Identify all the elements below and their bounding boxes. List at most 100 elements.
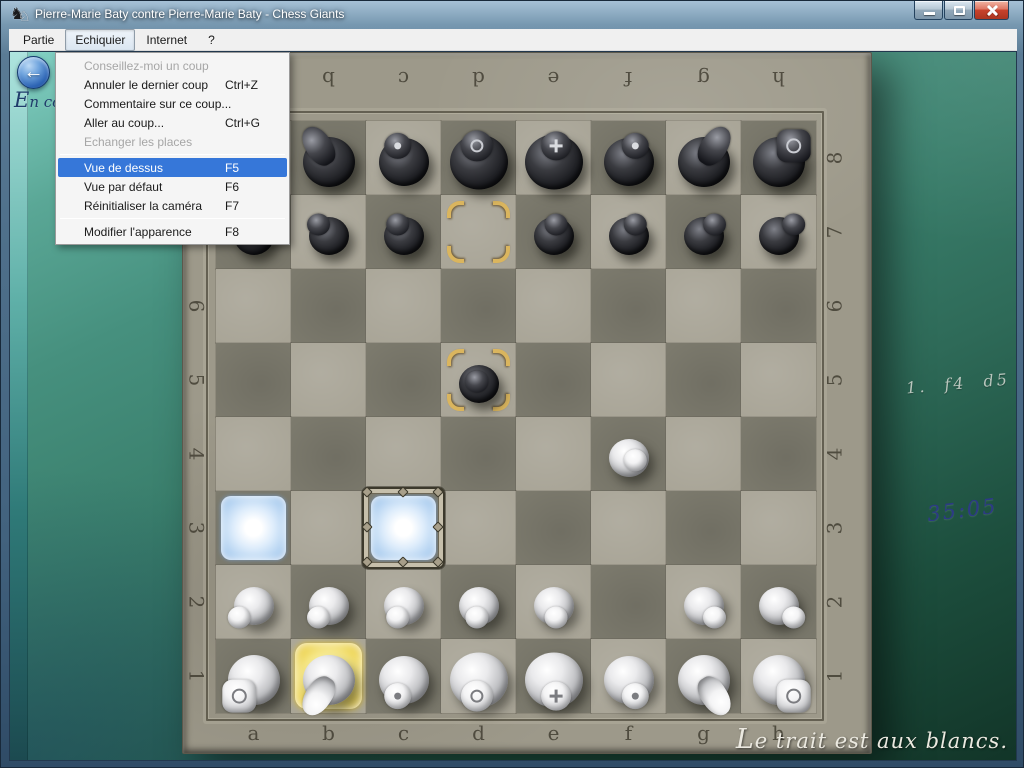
piece-black-pawn-b7[interactable] <box>291 195 366 269</box>
piece-black-pawn-c7[interactable] <box>366 195 441 269</box>
pawn-head <box>307 606 330 628</box>
menu-item-label: Vue de dessus <box>84 161 225 175</box>
piece-black-pawn-h7[interactable] <box>741 195 816 269</box>
file-label-bottom-e: e <box>516 721 591 745</box>
piece-white-knight-b1[interactable] <box>291 639 366 713</box>
maximize-icon <box>954 6 965 15</box>
piece-black-queen-d8[interactable] <box>441 121 516 195</box>
pawn-head <box>465 370 488 392</box>
piece-white-rook-h1[interactable] <box>741 639 816 713</box>
piece-black-knight-b8[interactable] <box>291 121 366 195</box>
menubar-partie[interactable]: Partie <box>13 29 64 51</box>
pawn-head <box>307 213 330 235</box>
menu-item-top-view[interactable]: Vue de dessusF5 <box>58 158 287 177</box>
back-button[interactable]: ← <box>17 56 50 89</box>
piece-white-pawn-b2[interactable] <box>291 565 366 639</box>
bishop-mark <box>394 692 401 699</box>
menu-item-goto-move[interactable]: Aller au coup...Ctrl+G <box>58 113 287 132</box>
menubar-help[interactable]: ? <box>198 29 225 51</box>
piece-black-bishop-f8[interactable] <box>591 121 666 195</box>
file-label-bottom-d: d <box>441 721 516 745</box>
bishop-mark <box>394 142 401 149</box>
rook-mark <box>786 688 801 703</box>
piece-white-pawn-e2[interactable] <box>516 565 591 639</box>
piece-white-queen-d1[interactable] <box>441 639 516 713</box>
piece-white-pawn-f4[interactable] <box>591 417 666 491</box>
piece-white-pawn-a2[interactable] <box>216 565 291 639</box>
menu-item-shortcut: Ctrl+Z <box>225 78 283 92</box>
menu-item-shortcut: F5 <box>225 161 283 175</box>
menu-separator <box>60 154 285 155</box>
back-arrow-icon: ← <box>18 57 49 88</box>
piece-white-pawn-g2[interactable] <box>666 565 741 639</box>
pawn-head <box>623 213 646 235</box>
piece-white-knight-g1[interactable] <box>666 639 741 713</box>
menubar-echiquier[interactable]: Echiquier <box>65 29 135 51</box>
maximize-button[interactable] <box>944 1 973 20</box>
piece-white-pawn-d2[interactable] <box>441 565 516 639</box>
menu-item-default-view[interactable]: Vue par défautF6 <box>58 177 287 196</box>
minimize-icon <box>924 12 935 15</box>
file-label-top-c: c <box>366 67 441 91</box>
pawn-head <box>386 213 409 235</box>
piece-black-bishop-c8[interactable] <box>366 121 441 195</box>
menu-item-comment[interactable]: Commentaire sur ce coup... <box>58 94 287 113</box>
menu-item-label: Annuler le dernier coup <box>84 78 225 92</box>
pawn-head <box>782 213 805 235</box>
menubar-internet[interactable]: Internet <box>136 29 197 51</box>
piece-white-bishop-c1[interactable] <box>366 639 441 713</box>
hover-move-frame-c3 <box>364 489 443 567</box>
titlebar[interactable]: ♞ ♘ Pierre-Marie Baty contre Pierre-Mari… <box>1 1 1023 29</box>
pawn-head <box>782 606 805 628</box>
piece-black-rook-h8[interactable] <box>741 121 816 195</box>
app-icon: ♞ ♘ <box>10 5 32 25</box>
king-mark <box>549 694 562 697</box>
pawn-head <box>623 449 646 471</box>
turn-indicator: Le trait est aux blancs. <box>736 724 1008 755</box>
client-area: ← En cours aabbccddeeffgghh8877665544332… <box>9 51 1017 761</box>
piece-white-bishop-f1[interactable] <box>591 639 666 713</box>
menu-item-swap-sides[interactable]: Echanger les places <box>58 132 287 151</box>
piece-black-king-e8[interactable] <box>516 121 591 195</box>
menu-item-shortcut: F7 <box>225 199 283 213</box>
file-label-top-b: b <box>291 67 366 91</box>
close-button[interactable] <box>974 1 1009 20</box>
menu-item-label: Modifier l'apparence <box>84 225 225 239</box>
menu-item-shortcut: F8 <box>225 225 283 239</box>
pawn-head <box>703 213 726 235</box>
window-title: Pierre-Marie Baty contre Pierre-Marie Ba… <box>35 7 344 21</box>
piece-white-rook-a1[interactable] <box>216 639 291 713</box>
piece-black-pawn-f7[interactable] <box>591 195 666 269</box>
echiquier-menu: Conseillez-moi un coup Annuler le dernier… <box>55 52 290 245</box>
menu-item-appearance[interactable]: Modifier l'apparenceF8 <box>58 222 287 241</box>
queen-mark <box>470 139 483 152</box>
menu-item-reset-camera[interactable]: Réinitialiser la caméraF7 <box>58 196 287 215</box>
piece-white-king-e1[interactable] <box>516 639 591 713</box>
piece-black-pawn-g7[interactable] <box>666 195 741 269</box>
close-icon <box>986 4 998 16</box>
piece-white-pawn-c2[interactable] <box>366 565 441 639</box>
menu-item-undo[interactable]: Annuler le dernier coupCtrl+Z <box>58 75 287 94</box>
file-label-bottom-a: a <box>216 721 291 745</box>
menu-item-label: Aller au coup... <box>84 116 225 130</box>
app-window: ♞ ♘ Pierre-Marie Baty contre Pierre-Mari… <box>0 0 1024 768</box>
bishop-mark <box>631 692 638 699</box>
rook-mark <box>231 688 246 703</box>
minimize-button[interactable] <box>914 1 943 20</box>
file-label-top-d: d <box>441 67 516 91</box>
frame-ornament <box>361 521 372 532</box>
menu-item-label: Conseillez-moi un coup <box>84 59 225 73</box>
file-label-top-f: f <box>591 67 666 91</box>
pawn-head <box>465 606 488 628</box>
piece-white-pawn-h2[interactable] <box>741 565 816 639</box>
piece-black-pawn-e7[interactable] <box>516 195 591 269</box>
menu-item-advise[interactable]: Conseillez-moi un coup <box>58 56 287 75</box>
bishop-mark <box>631 142 638 149</box>
file-label-top-e: e <box>516 67 591 91</box>
queen-mark <box>470 689 483 702</box>
king-mark <box>549 144 562 147</box>
menu-item-label: Réinitialiser la caméra <box>84 199 225 213</box>
menu-item-label: Commentaire sur ce coup... <box>84 97 231 111</box>
piece-black-knight-g8[interactable] <box>666 121 741 195</box>
piece-black-pawn-d5[interactable] <box>441 343 516 417</box>
